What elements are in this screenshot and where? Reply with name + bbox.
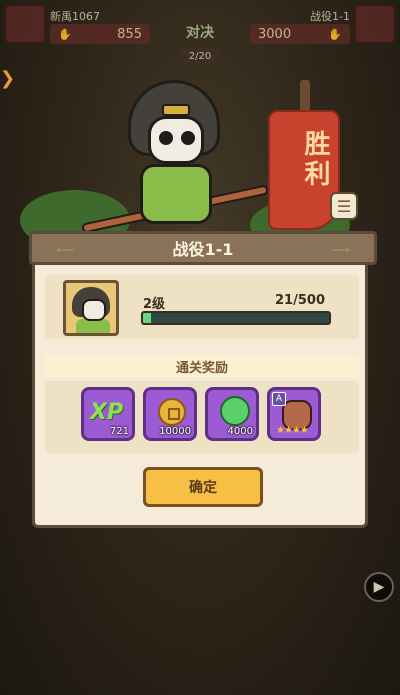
victory-illustration: 胜利 <box>20 70 350 260</box>
xp-icon: XP <box>90 400 124 425</box>
left-score-value: 855 <box>117 26 142 42</box>
play-icon[interactable]: ▶ <box>364 572 394 602</box>
portrait-face <box>82 299 106 321</box>
exp-text: 21/500 <box>275 293 325 308</box>
vs-title: 对决 <box>186 25 214 41</box>
left-score: ✋ 855 <box>50 24 150 44</box>
reward-amount: 4000 <box>227 426 253 437</box>
hero-body <box>140 164 212 224</box>
left-player-name: 新禹1067 <box>50 10 100 23</box>
portrait-body <box>76 319 110 333</box>
hero-portrait <box>63 280 119 336</box>
hand-icon: ✋ <box>58 27 72 41</box>
reward-amount: 721 <box>109 426 129 437</box>
dialog-title: 战役1-1 <box>172 240 234 259</box>
green-orb-icon <box>220 396 250 426</box>
right-player-name: 战役1-1 <box>310 10 350 23</box>
list-menu-icon[interactable]: ☰ <box>330 192 358 220</box>
gold-coin-icon <box>158 398 186 426</box>
hero-eye <box>159 131 173 145</box>
reward-orb[interactable]: 4000 <box>205 387 259 441</box>
arrow-decoration-icon: ⟵ <box>56 243 75 258</box>
reward-title: 通关奖励 <box>175 360 228 376</box>
rank-badge: A <box>272 392 286 406</box>
exp-progress-bar <box>141 311 331 325</box>
reward-title-bar: 通关奖励 <box>45 355 359 377</box>
battle-result-dialog: ⟵ 战役1-1 ⟶ 2级 21/500 通关奖励 XP 721 10000 40… <box>29 231 377 528</box>
chevron-right-icon: ❯ <box>0 68 16 89</box>
hand-icon: ✋ <box>328 27 342 41</box>
dialog-header: ⟵ 战役1-1 ⟶ <box>29 231 377 265</box>
victory-text: 胜利 <box>300 130 330 190</box>
right-score: 3000 ✋ <box>250 24 350 44</box>
right-player-avatar <box>354 4 396 44</box>
hero-face <box>148 116 204 164</box>
round-counter: 2/20 <box>178 48 222 66</box>
star-rating: ★★★★ <box>276 425 309 436</box>
reward-hero-card[interactable]: A ★★★★ <box>267 387 321 441</box>
reward-gold[interactable]: 10000 <box>143 387 197 441</box>
exp-progress-fill <box>143 313 151 323</box>
arrow-decoration-icon: ⟶ <box>331 243 350 258</box>
hero-level: 2级 <box>143 297 166 312</box>
confirm-button[interactable]: 确定 <box>143 467 263 507</box>
hero-crown <box>162 104 190 116</box>
right-score-value: 3000 <box>258 26 292 42</box>
top-bar: 新禹1067 战役1-1 ✋ 855 3000 ✋ 对决 2/20 <box>0 0 400 66</box>
hero-eye <box>181 131 195 145</box>
reward-xp[interactable]: XP 721 <box>81 387 135 441</box>
reward-amount: 10000 <box>159 426 191 437</box>
hero-character <box>81 80 269 250</box>
left-player-avatar <box>4 4 46 44</box>
